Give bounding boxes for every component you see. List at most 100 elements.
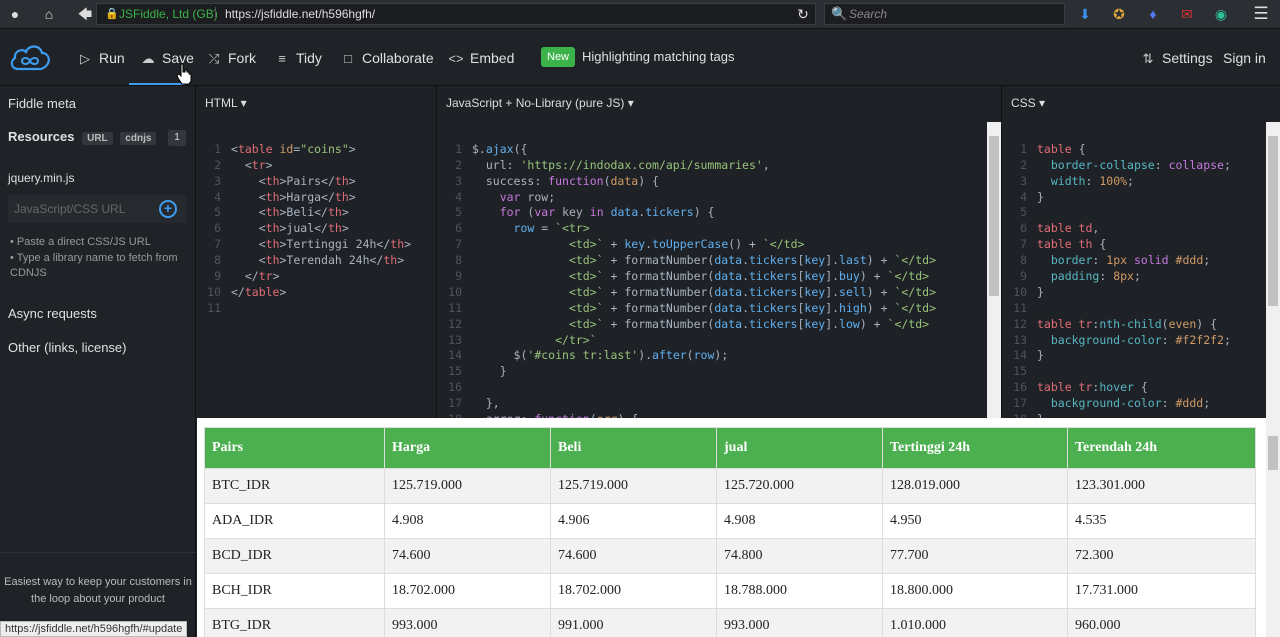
tidy-button[interactable]: ≡ Tidy xyxy=(274,48,322,68)
hint-item: • Paste a direct CSS/JS URL xyxy=(10,236,151,248)
fork-button[interactable]: ⤮ Fork xyxy=(206,48,256,68)
sign-in-button[interactable]: Sign in xyxy=(1223,48,1266,68)
resource-item[interactable]: jquery.min.js xyxy=(8,171,74,185)
play-icon: ▷ xyxy=(80,51,90,66)
column-header: Tertinggi 24h xyxy=(882,427,1068,469)
column-header: jual xyxy=(716,427,883,469)
table-row: BCH_IDR 18.702.000 18.702.000 18.788.000 18.… xyxy=(204,573,1256,609)
download-icon[interactable]: ⬇ xyxy=(1076,5,1094,23)
chat-icon: □ xyxy=(344,51,352,66)
css-panel[interactable]: CSS ▾ 1 table {2 border-collapse: collaps… xyxy=(1003,86,1280,418)
table-cell: ADA_IDR xyxy=(204,503,385,539)
table-cell: 74.600 xyxy=(384,538,551,574)
promo-text[interactable]: Easiest way to keep your customers in th… xyxy=(4,574,192,608)
async-requests-section[interactable]: Async requests xyxy=(8,306,97,321)
divider xyxy=(215,7,216,21)
table-cell: 991.000 xyxy=(550,608,717,637)
js-panel-header[interactable]: JavaScript + No-Library (pure JS) ▾ xyxy=(446,96,634,110)
js-panel[interactable]: JavaScript + No-Library (pure JS) ▾ 1 $.a… xyxy=(438,86,1002,418)
column-header: Harga xyxy=(384,427,551,469)
table-cell: 17.731.000 xyxy=(1067,573,1256,609)
back-icon[interactable]: 🡄 xyxy=(76,5,94,23)
jsfiddle-logo-icon[interactable] xyxy=(8,41,52,73)
hand-cursor-icon xyxy=(176,63,192,85)
table-cell: 125.720.000 xyxy=(716,468,883,504)
extension-icon[interactable]: ✪ xyxy=(1110,5,1128,23)
collaborate-button[interactable]: □ Collaborate xyxy=(340,48,434,68)
settings-button[interactable]: ⇅ Settings xyxy=(1140,48,1213,68)
cloud-upload-icon: ☁ xyxy=(141,51,155,66)
lock-icon: 🔒 xyxy=(105,8,119,20)
hint-item: • Type a library name to fetch from CDNJ… xyxy=(10,252,178,279)
table-cell: BTG_IDR xyxy=(204,608,385,637)
column-header: Terendah 24h xyxy=(1067,427,1256,469)
table-cell: 960.000 xyxy=(1067,608,1256,637)
shield-icon[interactable]: ◉ xyxy=(1212,5,1230,23)
js-code-editor[interactable]: 1 $.ajax({2 url: 'https://indodax.com/api… xyxy=(438,126,936,418)
table-cell: 1.010.000 xyxy=(882,608,1068,637)
table-cell: BCH_IDR xyxy=(204,573,385,609)
lines-icon: ≡ xyxy=(278,51,286,66)
js-scrollbar[interactable] xyxy=(987,122,1001,418)
home-icon[interactable]: ⌂ xyxy=(40,5,58,23)
address-bar[interactable]: 🔒 JSFiddle, Ltd (GB) https://jsfiddle.ne… xyxy=(96,3,816,25)
table-cell: 125.719.000 xyxy=(550,468,717,504)
settings-label: Settings xyxy=(1162,50,1213,66)
site-identity[interactable]: JSFiddle, Ltd (GB) xyxy=(119,4,218,24)
css-scrollbar[interactable] xyxy=(1266,122,1280,418)
resource-count-badge: 1 xyxy=(168,130,186,146)
resources-label: Resources xyxy=(8,129,75,144)
scroll-thumb[interactable] xyxy=(1268,436,1278,470)
url-tab[interactable]: URL xyxy=(82,132,113,145)
css-code-editor[interactable]: 1 table {2 border-collapse: collapse; 3 wi… xyxy=(1003,126,1231,418)
other-section[interactable]: Other (links, license) xyxy=(8,340,126,355)
mail-icon[interactable]: ✉ xyxy=(1178,5,1196,23)
result-scrollbar[interactable] xyxy=(1266,418,1280,637)
table-header-row: Pairs Harga Beli jual Tertinggi 24h Tere… xyxy=(204,427,1256,469)
table-cell: 125.719.000 xyxy=(384,468,551,504)
html-panel-header[interactable]: HTML ▾ xyxy=(205,96,247,110)
css-panel-title: CSS xyxy=(1011,96,1036,110)
table-cell: BCD_IDR xyxy=(204,538,385,574)
table-cell: 4.906 xyxy=(550,503,717,539)
sidebar: Fiddle meta Resources URL cdnjs 1 jquery… xyxy=(0,86,196,637)
run-button[interactable]: ▷ Run xyxy=(77,48,125,68)
hint-text: Type a library name to fetch from CDNJS xyxy=(10,252,178,279)
table-cell: 74.800 xyxy=(716,538,883,574)
profile-icon[interactable]: ● xyxy=(6,5,24,23)
scroll-thumb[interactable] xyxy=(1268,136,1278,306)
url-text[interactable]: https://jsfiddle.net/h596hgfh/ xyxy=(225,4,375,24)
html-code-editor[interactable]: 1 <table id="coins"> 2 <tr> 3 <th>Pairs</th… xyxy=(197,126,411,349)
scroll-thumb[interactable] xyxy=(989,136,999,296)
fork-label: Fork xyxy=(228,50,256,66)
sliders-icon: ⇅ xyxy=(1142,51,1154,66)
table-cell: 74.600 xyxy=(550,538,717,574)
table-cell: 18.702.000 xyxy=(384,573,551,609)
extension-icon[interactable]: ♦ xyxy=(1144,5,1162,23)
reload-icon[interactable]: ↻ xyxy=(790,3,816,25)
table-cell: 18.800.000 xyxy=(882,573,1068,609)
new-badge: New xyxy=(541,47,576,67)
run-label: Run xyxy=(99,50,125,66)
cdnjs-tab[interactable]: cdnjs xyxy=(120,132,157,145)
search-input[interactable]: 🔍 Search xyxy=(824,3,1065,25)
js-panel-title: JavaScript + No-Library (pure JS) xyxy=(446,96,625,110)
search-icon: 🔍 xyxy=(831,6,848,21)
resources-section[interactable]: Resources URL cdnjs xyxy=(8,129,157,145)
table-cell: 77.700 xyxy=(882,538,1068,574)
table-cell: 4.950 xyxy=(882,503,1068,539)
news-link[interactable]: Highlighting matching tags xyxy=(582,47,734,67)
menu-icon[interactable]: ☰ xyxy=(1252,5,1270,23)
table-cell: 4.535 xyxy=(1067,503,1256,539)
css-panel-header[interactable]: CSS ▾ xyxy=(1011,96,1045,110)
fiddle-meta-section[interactable]: Fiddle meta xyxy=(8,96,76,111)
table-cell: BTC_IDR xyxy=(204,468,385,504)
result-panel[interactable]: Pairs Harga Beli jual Tertinggi 24h Tere… xyxy=(197,418,1280,637)
add-resource-button[interactable]: + xyxy=(159,200,177,218)
table-row: BCD_IDR 74.600 74.600 74.800 77.700 72.300 xyxy=(204,538,1256,574)
html-panel[interactable]: HTML ▾ 1 <table id="coins"> 2 <tr> 3 <th>Pa… xyxy=(197,86,437,418)
embed-button[interactable]: <> Embed xyxy=(448,48,514,68)
fork-icon: ⤮ xyxy=(208,51,220,66)
html-panel-title: HTML xyxy=(205,96,238,110)
table-cell: 72.300 xyxy=(1067,538,1256,574)
